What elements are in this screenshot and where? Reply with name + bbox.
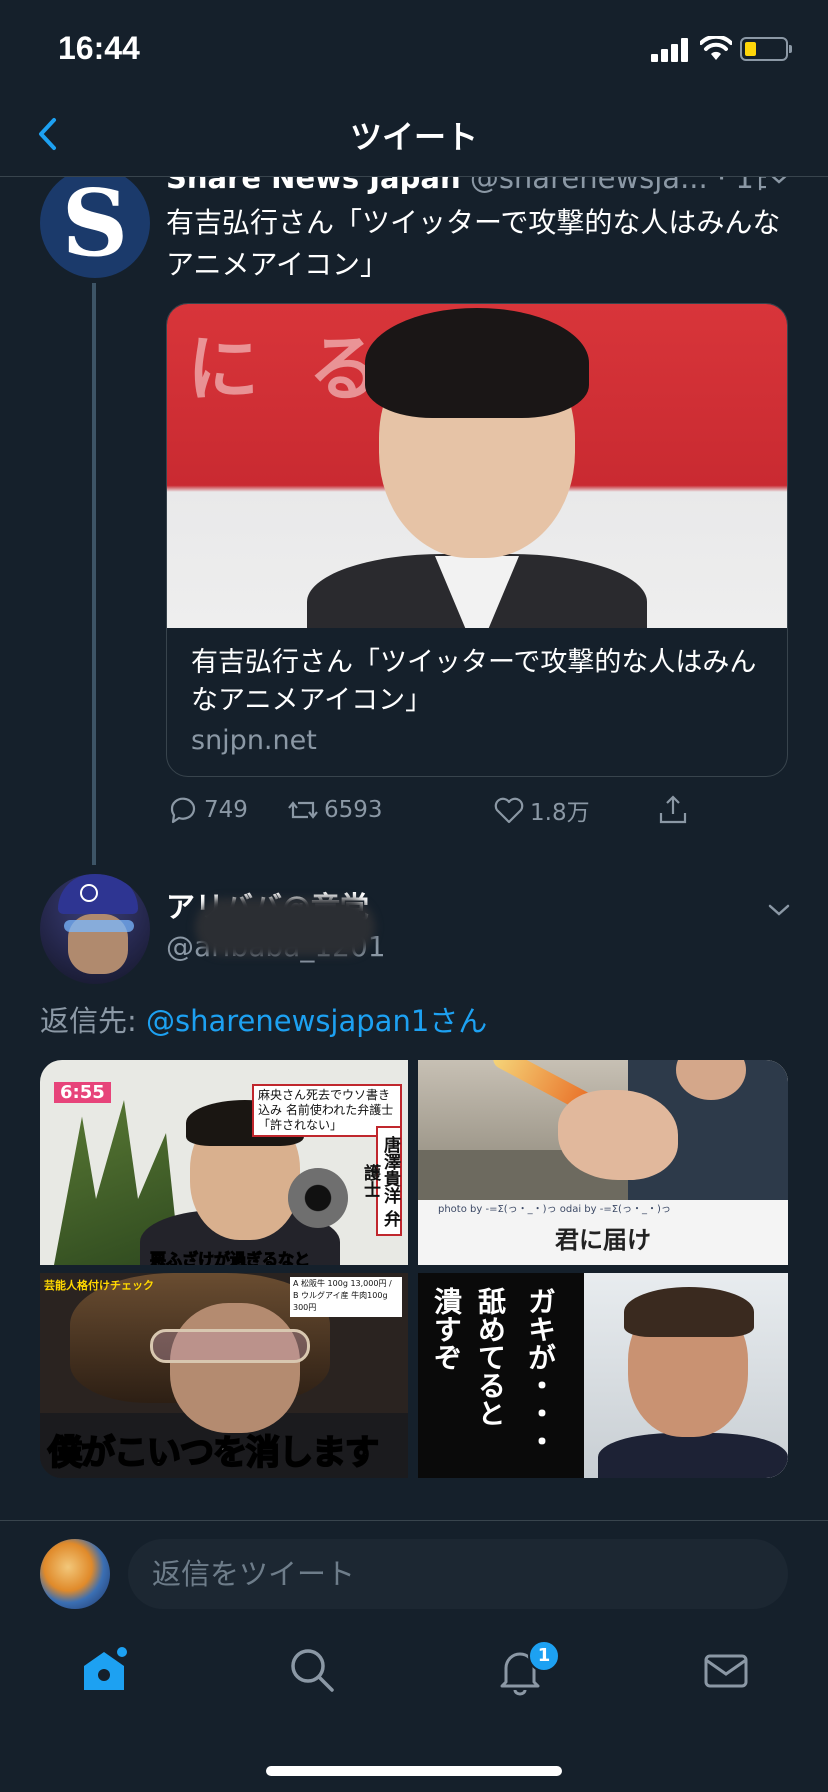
vertical-text-1: ガキが・・・: [524, 1287, 557, 1455]
vertical-text-3: 潰すぞ: [430, 1287, 463, 1371]
nav-bar: ツイート: [0, 100, 828, 177]
image-4[interactable]: ガキが・・・ 舐めてると 潰すぞ: [418, 1273, 788, 1478]
time-badge: 6:55: [54, 1082, 111, 1103]
like-action[interactable]: 1.8万: [492, 790, 590, 830]
reply-bar: [0, 1520, 828, 1620]
reply-count: 749: [204, 797, 248, 823]
reply-prefix: 返信先:: [40, 1004, 146, 1038]
link-card[interactable]: に る 」「 有吉弘行さん「ツイッターで攻撃的な人はみんなアニメアイコン」 sn…: [166, 303, 788, 777]
photo-credit: photo by -=Σ(っ・_・)っ odai by -=Σ(っ・_・)っ: [438, 1204, 671, 1215]
status-bar: 16:44: [0, 0, 828, 100]
retweet-action[interactable]: 6593: [286, 790, 383, 830]
image-1[interactable]: 6:55 麻央さん死去でウソ書き込み 名前使われた弁護士「許されない」 唐澤貴洋…: [40, 1060, 408, 1265]
battery-icon: [740, 37, 792, 61]
image-2[interactable]: photo by -=Σ(っ・_・)っ odai by -=Σ(っ・_・)っ 君…: [418, 1060, 788, 1265]
retweet-icon: [288, 801, 318, 819]
tweet-actions: 749 6593 1.8万: [166, 790, 696, 830]
name-label: 唐澤貴洋 弁護士: [360, 1126, 402, 1236]
card-image: に る 」「: [167, 304, 787, 628]
price-box: A 松阪牛 100g 13,000円 / B ウルグアイ産 牛肉100g 300…: [290, 1277, 402, 1317]
messages-mail-icon[interactable]: [700, 1644, 752, 1696]
home-indicator: [266, 1766, 562, 1776]
pistol-graphic: [288, 1168, 348, 1228]
avatar-letter: S: [61, 169, 129, 277]
tweet-text: 有吉弘行さん「ツイッターで攻撃的な人はみんなアニメアイコン」: [166, 206, 781, 281]
heart-icon: [494, 797, 524, 824]
reply-action[interactable]: 749: [166, 790, 248, 830]
thread-line: [92, 283, 96, 865]
card-title: 有吉弘行さん「ツイッターで攻撃的な人はみんなアニメアイコン」: [191, 647, 757, 716]
share-icon: [659, 795, 687, 824]
vertical-text-2: 舐めてると: [474, 1287, 507, 1427]
sunglasses-graphic: [150, 1329, 310, 1363]
image-3[interactable]: 芸能人格付けチェック A 松阪牛 100g 13,000円 / B ウルグアイ産…: [40, 1273, 408, 1478]
retweet-count: 6593: [324, 797, 383, 823]
like-count: 1.8万: [530, 800, 590, 826]
subtitle: 悪ふざけが過ぎるなと: [149, 1250, 311, 1266]
reply-mention-link[interactable]: @sharenewsjapan1さん: [146, 1004, 487, 1038]
meme-caption: 君に届け: [555, 1226, 651, 1254]
status-time: 16:44: [58, 30, 140, 66]
reply-icon: [170, 797, 196, 824]
share-action[interactable]: [656, 790, 694, 830]
reply-input[interactable]: [128, 1539, 788, 1609]
show-title: 芸能人格付けチェック: [44, 1279, 154, 1292]
image-grid: 6:55 麻央さん死去でウソ書き込み 名前使われた弁護士「許されない」 唐澤貴洋…: [40, 1060, 788, 1478]
card-domain: snjpn.net: [191, 725, 317, 756]
cellular-signal-icon: [651, 38, 691, 62]
aribaba-avatar[interactable]: [40, 874, 150, 984]
redaction-blur: [195, 898, 375, 956]
page-title: ツイート: [349, 118, 478, 156]
share-news-avatar[interactable]: S: [40, 168, 150, 278]
my-avatar[interactable]: [40, 1539, 110, 1609]
home-icon[interactable]: [78, 1644, 130, 1696]
meme-caption: 僕がこいつを消します: [47, 1432, 380, 1474]
wifi-icon: [700, 36, 732, 60]
chevron-down-icon[interactable]: [766, 900, 792, 920]
search-icon[interactable]: [286, 1644, 338, 1696]
tab-bar: [0, 1626, 828, 1726]
reply-to-line: 返信先: @sharenewsjapan1さん: [40, 998, 487, 1040]
card-body: 有吉弘行さん「ツイッターで攻撃的な人はみんなアニメアイコン」 snjpn.net: [167, 628, 787, 776]
notification-badge: 1: [528, 1640, 560, 1672]
